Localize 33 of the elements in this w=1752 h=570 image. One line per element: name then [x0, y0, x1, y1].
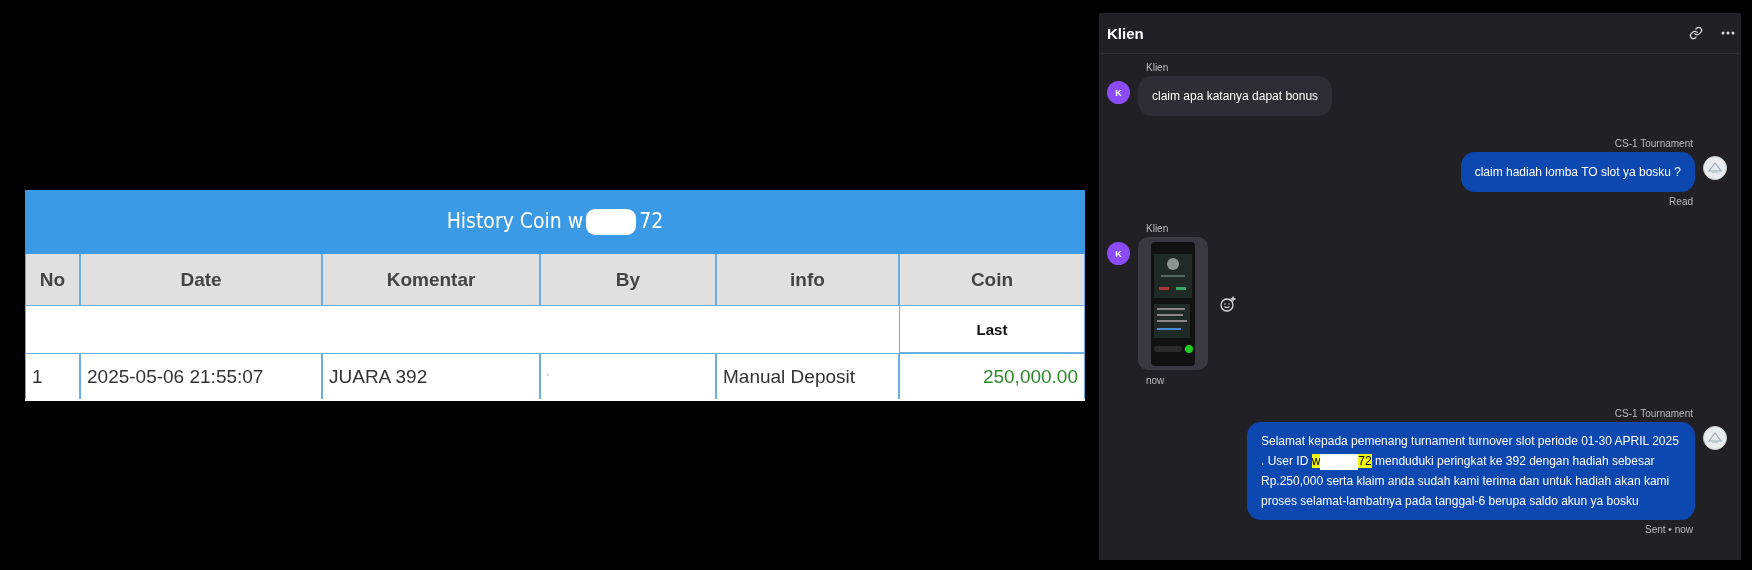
- message-bubble: claim hadiah lomba TO slot ya bosku ?: [1460, 152, 1695, 192]
- link-icon[interactable]: [1689, 26, 1703, 40]
- more-icon[interactable]: [1721, 31, 1735, 35]
- add-reaction-icon[interactable]: [1220, 295, 1236, 312]
- table-cell: 2025-05-06 21:55:07: [80, 353, 322, 399]
- message-bubble: Selamat kepada pemenang turnament turnover slot periode 01-30 APRIL 2025 . User ID w 72 menduduki peringkat ke 392 dengan hadiah sebesar Rp.250,000 serta klaim anda sudah kami terima dan untuk hadiah akan kami proses selamat-lambatnya pada tanggal-6 berupa saldo akun ya bosku: [1247, 422, 1695, 520]
- column-header: info: [716, 254, 899, 306]
- table-cell: 250,000.00: [899, 353, 1085, 399]
- user-avatar: K: [1107, 242, 1130, 265]
- column-subheader: Last: [899, 306, 1085, 353]
- table-cell: 1: [25, 353, 80, 399]
- table-cell: Manual Deposit: [716, 353, 899, 399]
- table-cell: JUARA 392: [322, 353, 540, 399]
- sender-name: Klien: [1146, 62, 1169, 73]
- sender-name: CS-1 Tournament: [1614, 138, 1693, 149]
- message-bubble: claim apa katanya dapat bonus: [1138, 76, 1333, 116]
- message-status: Read: [1669, 196, 1693, 207]
- sender-name: CS-1 Tournament: [1614, 408, 1693, 419]
- agent-avatar-icon: [1703, 156, 1727, 180]
- table-cell: ': [540, 353, 716, 399]
- column-header: No: [25, 254, 80, 306]
- agent-avatar-icon: [1703, 426, 1727, 450]
- column-header: Komentar: [322, 254, 540, 306]
- column-header: Date: [80, 254, 322, 306]
- column-header: By: [540, 254, 716, 306]
- table-title: History Coin w 72: [446, 209, 664, 235]
- user-avatar: K: [1107, 81, 1130, 104]
- message-time: now: [1146, 375, 1165, 386]
- sender-name: Klien: [1146, 223, 1169, 234]
- message-status: Sent • now: [1645, 524, 1693, 535]
- image-attachment[interactable]: [1138, 237, 1208, 370]
- chat-title: Klien: [1107, 24, 1145, 42]
- column-header: Coin: [899, 254, 1085, 306]
